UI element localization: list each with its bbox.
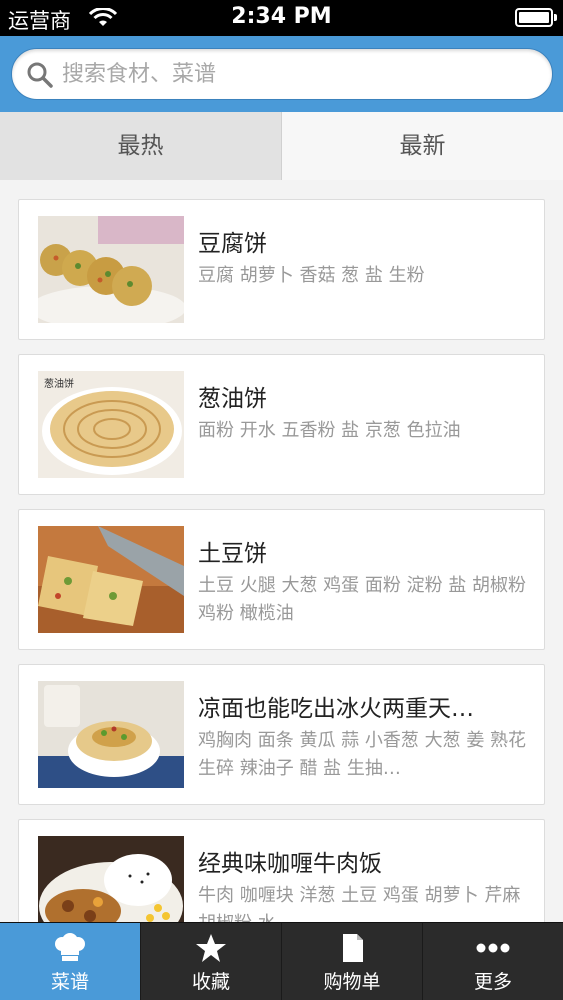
recipe-thumbnail <box>38 681 184 788</box>
clock: 2:34 PM <box>231 4 332 29</box>
bottom-tab-bar: 菜谱 收藏 购物单 更多 <box>0 922 563 1000</box>
recipe-title: 凉面也能吃出冰火两重天… <box>198 696 474 722</box>
tab-label: 菜谱 <box>50 971 89 993</box>
recipe-ingredients: 豆腐 胡萝卜 香菇 葱 盐 生粉 <box>198 265 425 286</box>
star-icon <box>196 934 226 962</box>
chef-hat-icon <box>55 933 85 961</box>
recipe-card[interactable]: 凉面也能吃出冰火两重天… 鸡胸肉 面条 黄瓜 蒜 小香葱 大葱 姜 熟花生碎 辣… <box>18 664 545 805</box>
recipe-card[interactable]: 经典味咖喱牛肉饭 牛肉 咖喱块 洋葱 土豆 鸡蛋 胡萝卜 芹麻 胡椒粉 水 <box>18 819 545 922</box>
recipe-title: 豆腐饼 <box>198 231 267 257</box>
tab-shopping-list[interactable]: 购物单 <box>282 923 423 1000</box>
tab-more[interactable]: 更多 <box>423 923 563 1000</box>
recipe-card[interactable]: 葱油饼 葱油饼 面粉 开水 五香粉 盐 京葱 色拉油 <box>18 354 545 495</box>
recipe-card[interactable]: 土豆饼 土豆 火腿 大葱 鸡蛋 面粉 淀粉 盐 胡椒粉 鸡粉 橄榄油 <box>18 509 545 650</box>
tab-newest[interactable]: 最新 <box>282 112 563 180</box>
search-header <box>0 36 563 112</box>
recipe-title: 土豆饼 <box>198 541 267 567</box>
search-icon <box>27 62 53 88</box>
recipe-thumbnail <box>38 526 184 633</box>
recipe-title: 葱油饼 <box>198 386 267 412</box>
recipe-thumbnail <box>38 216 184 323</box>
recipe-title: 经典味咖喱牛肉饭 <box>198 851 382 877</box>
search-bar[interactable] <box>11 48 553 100</box>
recipe-ingredients: 面粉 开水 五香粉 盐 京葱 色拉油 <box>198 420 461 441</box>
recipe-thumbnail <box>38 836 184 922</box>
more-dots-icon <box>476 943 510 953</box>
tab-label: 收藏 <box>191 971 230 993</box>
recipe-list: 豆腐饼 豆腐 胡萝卜 香菇 葱 盐 生粉 葱油饼 葱油饼 面粉 开水 五香粉 盐… <box>0 181 563 922</box>
tab-hottest[interactable]: 最热 <box>0 112 282 180</box>
tab-label: 购物单 <box>323 971 381 993</box>
recipe-thumbnail: 葱油饼 <box>38 371 184 478</box>
tab-recipes[interactable]: 菜谱 <box>0 923 141 1000</box>
tab-label: 更多 <box>473 971 512 993</box>
sort-tabs: 最热 最新 <box>0 112 563 180</box>
svg-text:葱油饼: 葱油饼 <box>44 377 74 390</box>
search-input[interactable] <box>62 55 532 93</box>
recipe-ingredients: 牛肉 咖喱块 洋葱 土豆 鸡蛋 胡萝卜 芹麻 胡椒粉 水 <box>198 885 521 922</box>
recipe-ingredients: 土豆 火腿 大葱 鸡蛋 面粉 淀粉 盐 胡椒粉 鸡粉 橄榄油 <box>198 575 527 624</box>
tab-favorites[interactable]: 收藏 <box>141 923 282 1000</box>
status-bar: 运营商 2:34 PM <box>0 0 563 36</box>
recipe-ingredients: 鸡胸肉 面条 黄瓜 蒜 小香葱 大葱 姜 熟花生碎 辣油子 醋 盐 生抽… <box>198 730 527 779</box>
recipe-card[interactable]: 豆腐饼 豆腐 胡萝卜 香菇 葱 盐 生粉 <box>18 199 545 340</box>
battery-icon <box>515 8 557 27</box>
document-icon <box>343 934 363 962</box>
